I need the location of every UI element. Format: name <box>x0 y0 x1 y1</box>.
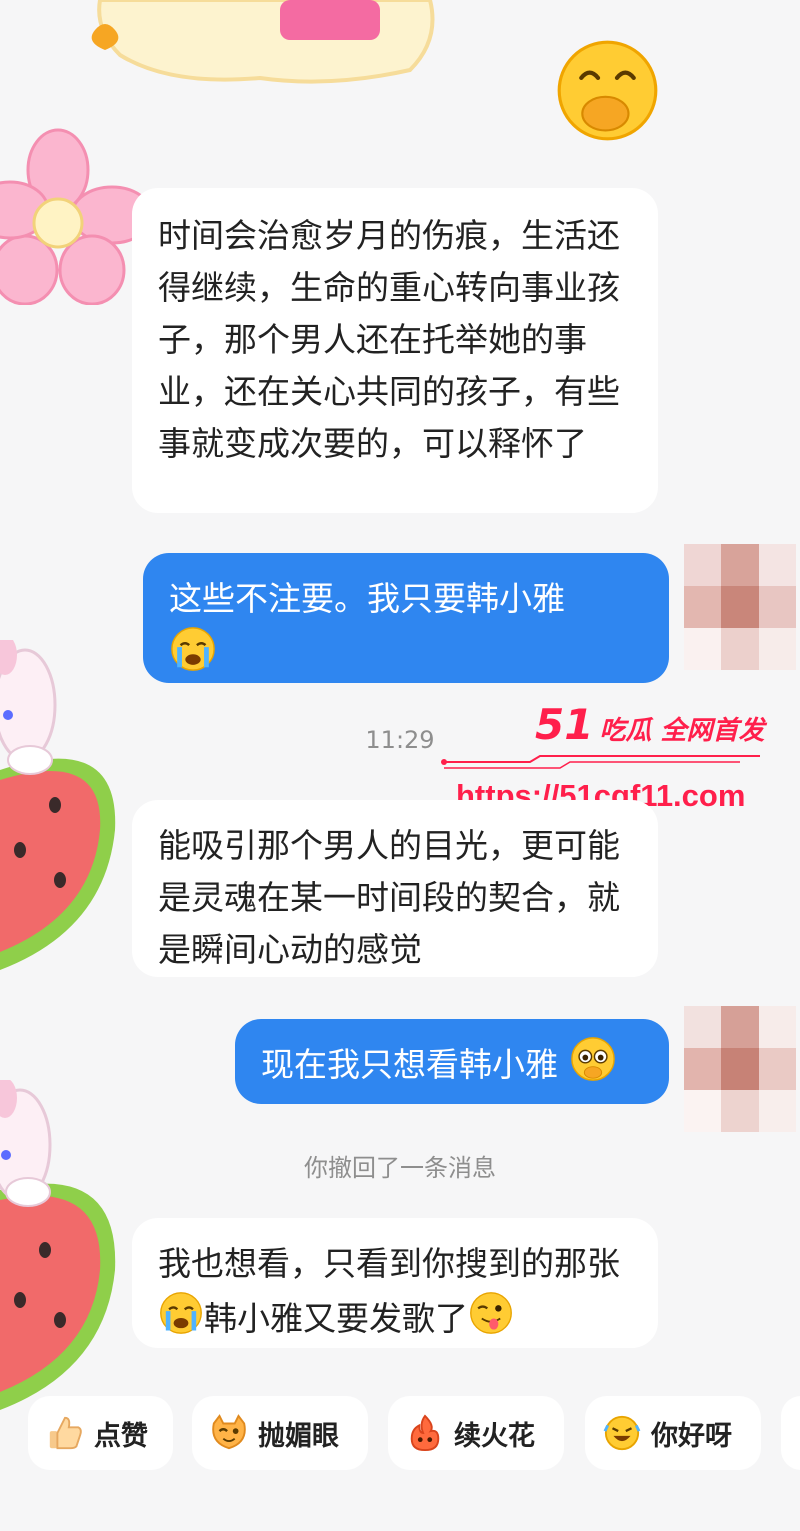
thumbs-up-icon <box>46 1414 84 1452</box>
watermelon-bunny-sticker <box>0 1078 120 1410</box>
fire-sticker-icon <box>406 1414 444 1452</box>
incoming-message[interactable]: 我也想看，只看到你搜到的那张 韩小雅又要发歌了 <box>132 1218 658 1348</box>
quick-reply-label: 点赞 <box>94 1420 148 1452</box>
message-text: 韩小雅又要发歌了 <box>204 1299 468 1338</box>
message-text: 时间会治愈岁月的伤痕，生活还得继续，生命的重心转向事业孩子，那个男人还在托举她的… <box>158 216 620 463</box>
quick-reply-label: 续火花 <box>454 1420 535 1452</box>
loudly-crying-emoji <box>158 1290 204 1351</box>
quick-reply-chip[interactable]: 你好呀 <box>585 1396 761 1470</box>
outgoing-message[interactable]: 现在我只想看韩小雅 <box>235 1019 669 1104</box>
quick-reply-label: 你好呀 <box>651 1420 732 1452</box>
incoming-message[interactable]: 时间会治愈岁月的伤痕，生活还得继续，生命的重心转向事业孩子，那个男人还在托举她的… <box>132 188 658 513</box>
incoming-message[interactable]: 能吸引那个男人的目光，更可能是灵魂在某一时间段的契合，就是瞬间心动的感觉 <box>132 800 658 977</box>
quick-reply-chip[interactable]: 续火花 <box>388 1396 564 1470</box>
top-sticker <box>80 0 450 90</box>
avatar[interactable] <box>684 544 796 670</box>
message-text: 我也想看，只看到你搜到的那张 <box>158 1244 620 1283</box>
message-text: 能吸引那个男人的目光，更可能是灵魂在某一时间段的契合，就是瞬间心动的感觉 <box>158 826 620 969</box>
winking-tongue-emoji <box>468 1290 514 1351</box>
watermelon-bunny-sticker <box>0 635 120 970</box>
giggle-face-sticker <box>555 38 660 143</box>
quick-reply-chip[interactable]: 抛媚眼 <box>192 1396 368 1470</box>
avatar[interactable] <box>684 1006 796 1132</box>
quick-reply-chip-partial[interactable] <box>781 1396 800 1470</box>
laughing-face-icon <box>603 1414 641 1452</box>
watermark-brand-number: 51 <box>535 700 594 749</box>
pleading-face-emoji <box>569 1035 617 1098</box>
outgoing-message[interactable]: 这些不注要。我只要韩小雅 <box>143 553 669 683</box>
recall-notice: 你撤回了一条消息 <box>304 1154 496 1182</box>
quick-reply-chip[interactable]: 点赞 <box>28 1396 173 1470</box>
loudly-crying-emoji <box>169 625 217 688</box>
watermark-brand-text: 吃瓜 全网首发 <box>599 716 765 746</box>
quick-reply-label: 抛媚眼 <box>258 1420 339 1452</box>
message-text: 现在我只想看韩小雅 <box>261 1045 558 1084</box>
quick-reply-bar: 点赞 抛媚眼 续火花 你好呀 <box>0 1396 800 1474</box>
wink-cat-icon <box>210 1414 248 1452</box>
message-text: 这些不注要。我只要韩小雅 <box>169 579 565 618</box>
